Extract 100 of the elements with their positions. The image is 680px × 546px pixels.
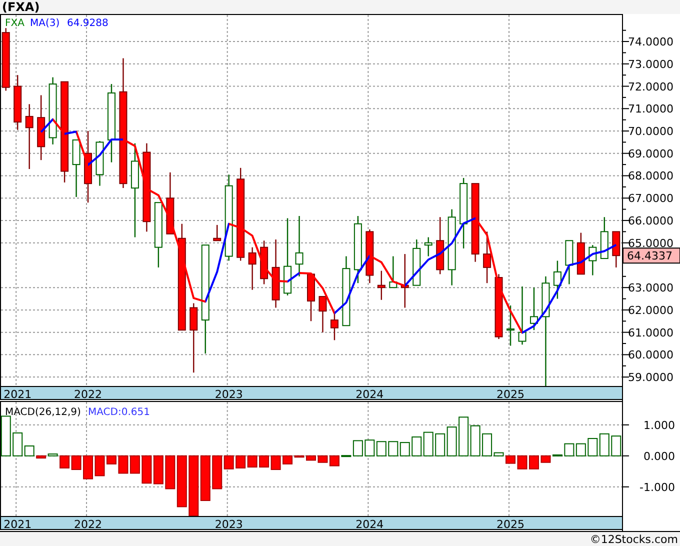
candlestick — [295, 216, 304, 276]
axis-label: 65.0000 — [628, 236, 674, 250]
price-tag: 64.4337 — [622, 248, 680, 264]
histogram-bar — [83, 455, 94, 480]
candlestick — [72, 139, 80, 197]
candlestick — [600, 217, 608, 259]
year-label: 2025 — [496, 388, 524, 400]
legend-label: FXA — [5, 18, 24, 29]
histogram-bar — [118, 455, 128, 474]
candlestick — [318, 296, 327, 332]
candlestick — [272, 239, 280, 308]
axis-label: 67.0000 — [628, 192, 674, 206]
candlestick — [330, 312, 338, 340]
axis-label: 74.0000 — [628, 36, 674, 49]
year-label: 2025 — [496, 518, 524, 531]
year-label: 2021 — [4, 518, 32, 531]
candlestick — [96, 141, 104, 186]
histogram-bar — [423, 432, 434, 456]
year-label: 2023 — [214, 518, 243, 531]
candlestick — [366, 229, 374, 284]
histogram-bar — [446, 426, 457, 456]
axis-label: 69.0000 — [628, 147, 674, 160]
candlestick — [400, 254, 409, 308]
year-label: 2023 — [214, 388, 243, 400]
candlestick — [190, 303, 198, 373]
histogram-bar — [71, 455, 82, 470]
histogram-bar — [458, 416, 469, 456]
candlestick — [412, 239, 421, 286]
candlestick — [48, 77, 57, 144]
year-label: 2022 — [74, 388, 102, 400]
histogram-bar — [188, 455, 199, 516]
candlestick — [14, 75, 22, 130]
histogram-bar — [517, 455, 528, 470]
histogram-bar — [153, 455, 164, 484]
histogram-bar — [236, 455, 246, 468]
candlestick — [25, 104, 34, 170]
candlestick — [494, 274, 503, 340]
candlestick — [260, 240, 268, 284]
candlestick — [436, 217, 444, 274]
histogram-bar — [200, 455, 210, 501]
axis-label: 0.000 — [644, 450, 675, 463]
candlestick — [154, 202, 162, 268]
histogram-bar — [306, 455, 316, 461]
axis-label: 73.0000 — [628, 58, 674, 71]
axis-label: 66.0000 — [628, 214, 674, 228]
candlestick — [354, 216, 362, 284]
histogram-bar — [528, 455, 539, 470]
axis-label: 70.0000 — [628, 125, 674, 138]
axis-label: 62.0000 — [628, 304, 674, 317]
axis-label: 63.0000 — [628, 282, 674, 295]
histogram-bar — [470, 425, 480, 456]
histogram-bar — [60, 455, 70, 468]
candlestick — [213, 224, 222, 242]
candlestick — [2, 28, 10, 91]
axis-label: -1.000 — [640, 480, 675, 494]
candlestick — [166, 172, 174, 234]
candlestick — [530, 288, 538, 330]
candlestick — [389, 256, 398, 288]
candlestick — [424, 237, 432, 256]
histogram-bar — [94, 455, 105, 476]
candlestick — [307, 274, 315, 322]
histogram-bar — [506, 455, 516, 464]
histogram-bar — [270, 455, 281, 470]
candlestick — [483, 232, 492, 284]
histogram-bar — [412, 436, 422, 456]
histogram-bar — [247, 455, 258, 468]
histogram-bar — [588, 438, 598, 456]
axis-label: 71.0000 — [628, 102, 674, 116]
histogram-bar — [388, 441, 398, 456]
candlestick — [553, 260, 562, 299]
histogram-bar — [564, 443, 574, 456]
year-label: 2022 — [74, 518, 102, 531]
candlestick — [84, 131, 92, 203]
axis-label: 59.0000 — [628, 371, 674, 384]
candlestick — [377, 270, 386, 300]
legend-value: 64.9288 — [67, 18, 108, 29]
candlestick — [612, 231, 620, 268]
candlestick — [576, 232, 585, 275]
axis-label: 1.000 — [644, 418, 675, 432]
axis-label: 72.0000 — [628, 80, 674, 94]
credit-text: ©12Stocks.com — [590, 532, 678, 546]
candlestick — [460, 178, 468, 248]
chart-title: (FXA) — [2, 0, 40, 14]
histogram-bar — [142, 455, 152, 484]
year-label: 2024 — [356, 388, 384, 400]
histogram-bar — [435, 433, 446, 456]
histogram-bar — [364, 440, 375, 456]
axis-label: 60.0000 — [628, 348, 674, 362]
histogram-bar — [400, 442, 410, 456]
candlestick — [506, 305, 514, 346]
candlestick — [565, 240, 574, 284]
legend-value: MACD:0.651 — [88, 407, 150, 418]
year-label: 2021 — [4, 388, 32, 400]
histogram-bar — [130, 455, 140, 474]
candlestick — [518, 286, 526, 345]
histogram-bar — [106, 455, 116, 464]
candlestick — [342, 256, 350, 326]
histogram-bar — [576, 443, 586, 456]
axis-label: 68.0000 — [628, 170, 674, 183]
candlestick — [248, 247, 256, 290]
